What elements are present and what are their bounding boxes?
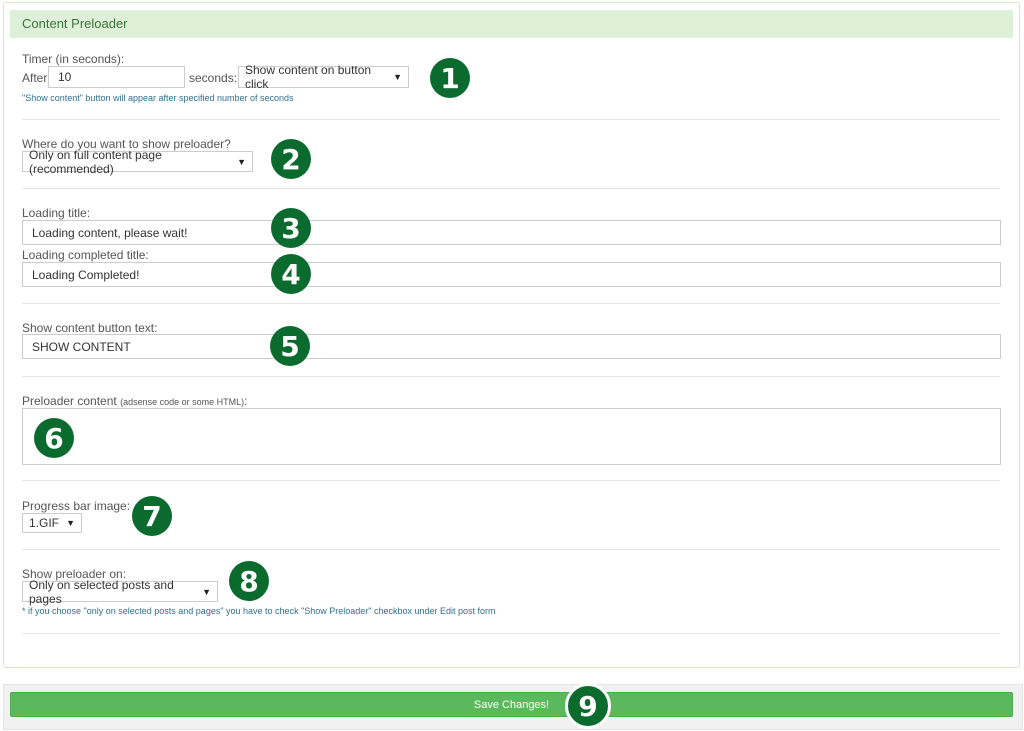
button-text-input[interactable]: SHOW CONTENT	[22, 334, 1001, 359]
panel-header: Content Preloader	[10, 10, 1013, 38]
divider	[22, 119, 1000, 120]
preloader-content-label: Preloader content (adsense code or some …	[22, 394, 247, 408]
badge-2: 2	[271, 139, 311, 179]
chevron-down-icon: ▼	[202, 586, 211, 597]
completed-title-label: Loading completed title:	[22, 248, 149, 262]
save-changes-button[interactable]: Save Changes!	[10, 692, 1013, 717]
label-hint: (adsense code or some HTML)	[120, 397, 245, 407]
show-on-value: Only on selected posts and pages	[29, 577, 174, 606]
where-select[interactable]: Only on full content page (recommended) ▼	[22, 148, 253, 176]
timer-mode-value: Show content on button click	[245, 63, 372, 91]
chevron-down-icon: ▼	[393, 72, 402, 82]
label-text: Preloader content	[22, 394, 117, 408]
badge-3: 3	[271, 208, 311, 248]
after-label: After	[22, 71, 48, 85]
divider	[22, 480, 1000, 481]
timer-seconds-input[interactable]: 10	[48, 66, 185, 88]
divider	[22, 633, 1000, 634]
loading-title-input[interactable]: Loading content, please wait!	[22, 220, 1001, 245]
button-text-label: Show content button text:	[22, 321, 158, 335]
show-on-note: * if you choose "only on selected posts …	[22, 606, 496, 616]
preloader-content-textarea[interactable]	[22, 408, 1001, 465]
badge-5: 5	[270, 326, 310, 366]
show-on-select[interactable]: Only on selected posts and pages ▼	[22, 578, 218, 606]
where-value: Only on full content page (recommended)	[29, 147, 162, 176]
badge-4: 4	[271, 254, 311, 294]
divider	[22, 549, 1000, 550]
divider	[22, 303, 1000, 304]
completed-title-input[interactable]: Loading Completed!	[22, 262, 1001, 287]
badge-1: 1	[430, 58, 470, 98]
badge-8: 8	[229, 561, 269, 601]
divider	[22, 376, 1000, 377]
timer-label: Timer (in seconds):	[22, 52, 125, 66]
loading-title-label: Loading title:	[22, 206, 91, 220]
progress-label: Progress bar image:	[22, 499, 131, 513]
timer-help: "Show content" button will appear after …	[22, 93, 294, 103]
badge-7: 7	[132, 496, 172, 536]
chevron-down-icon: ▼	[66, 518, 75, 528]
label-colon: :	[244, 394, 248, 408]
progress-image-select[interactable]: 1.GIF ▼	[22, 513, 82, 533]
badge-9: 9	[565, 683, 611, 729]
chevron-down-icon: ▼	[237, 156, 246, 167]
seconds-label: seconds:	[189, 71, 238, 85]
progress-value: 1.GIF	[29, 516, 60, 530]
badge-6: 6	[34, 418, 74, 458]
divider	[22, 188, 1000, 189]
timer-mode-select[interactable]: Show content on button click ▼	[238, 63, 409, 91]
